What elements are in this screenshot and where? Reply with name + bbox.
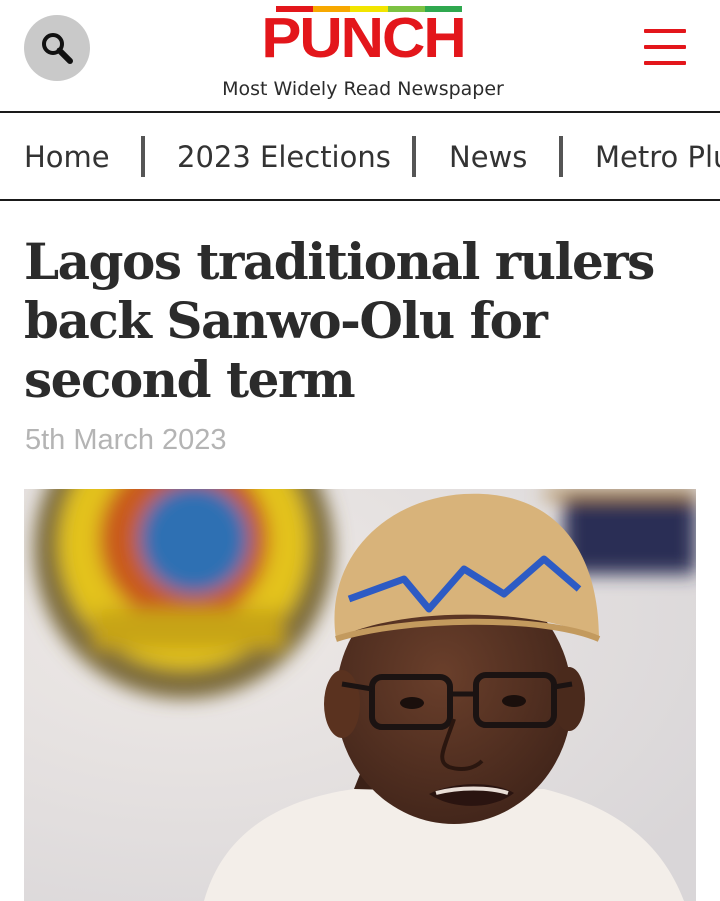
- nav-item-home[interactable]: Home: [24, 137, 110, 177]
- category-nav: Home 2023 Elections News Metro Plus: [0, 115, 720, 201]
- article-featured-image[interactable]: [24, 489, 696, 901]
- search-icon: [42, 33, 73, 64]
- site-header: PUNCH Most Widely Read Newspaper: [0, 0, 720, 113]
- nav-divider: [141, 136, 145, 177]
- search-button[interactable]: [24, 15, 90, 81]
- menu-line: [644, 29, 686, 33]
- logo-wordmark: PUNCH: [261, 5, 466, 70]
- menu-line: [644, 45, 686, 49]
- nav-item-2023-elections[interactable]: 2023 Elections: [177, 137, 391, 177]
- article-date: 5th March 2023: [25, 424, 227, 456]
- site-tagline: Most Widely Read Newspaper: [222, 78, 504, 100]
- nav-item-metro-plus[interactable]: Metro Plus: [595, 137, 720, 177]
- portrait-photo: [24, 489, 696, 901]
- nav-divider: [559, 136, 563, 177]
- nav-divider: [412, 136, 416, 177]
- nav-item-news[interactable]: News: [449, 137, 527, 177]
- hamburger-menu-button[interactable]: [644, 29, 686, 65]
- article-title: Lagos traditional rulers back Sanwo-Olu …: [24, 232, 655, 409]
- menu-line: [644, 61, 686, 65]
